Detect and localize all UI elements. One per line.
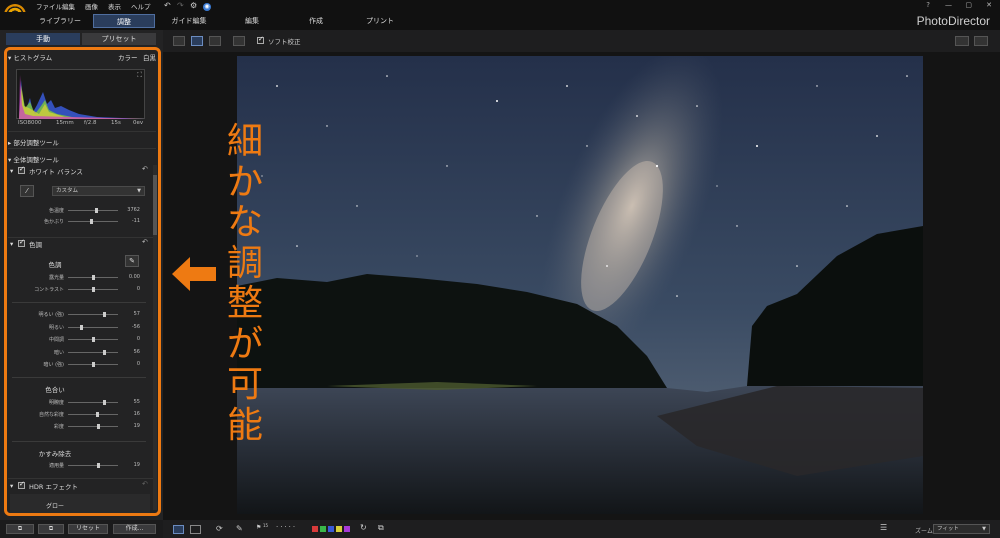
rotate-icon[interactable]: ⟳ (216, 524, 223, 533)
photo-milky-way (237, 56, 923, 514)
menu-image[interactable]: 画像 (85, 1, 98, 11)
annotation-text: 細かな調整が可能 (226, 121, 263, 446)
menu-file[interactable]: ファイル (36, 1, 62, 11)
zoom-icon[interactable] (955, 36, 969, 46)
color-label-yellow[interactable] (336, 526, 342, 532)
refresh-icon[interactable]: ↻ (360, 523, 367, 532)
view-mode-1-button[interactable] (173, 36, 185, 46)
view-mode-grid-button[interactable] (209, 36, 221, 46)
fullscreen-icon[interactable]: ⧉ (378, 523, 384, 533)
flag-icon[interactable]: ⚑ (256, 524, 261, 531)
brush-icon[interactable]: ✎ (236, 524, 243, 533)
flag-count: 15 (263, 523, 269, 528)
tab-library[interactable]: ライブラリー (30, 14, 90, 28)
dual-view-button[interactable] (190, 525, 201, 534)
redo-icon[interactable]: ↷ (177, 1, 184, 10)
create-preset-button[interactable]: 作成... (113, 524, 156, 534)
color-label-purple[interactable] (344, 526, 350, 532)
notification-icon[interactable]: ◉ (203, 3, 211, 11)
tab-presets[interactable]: プリセット (82, 33, 156, 45)
tab-edit[interactable]: 編集 (232, 14, 272, 28)
app-brand: PhotoDirector (916, 14, 990, 28)
zoom-select[interactable]: フィット ▼ (933, 524, 990, 534)
photo-scene (237, 56, 923, 514)
reset-button[interactable]: リセット (68, 524, 108, 534)
rating-stars[interactable]: ····· (276, 523, 297, 531)
menu-view[interactable]: 表示 (108, 1, 121, 11)
color-label-green[interactable] (320, 526, 326, 532)
settings-icon[interactable]: ⚙ (190, 1, 197, 10)
close-icon[interactable]: ✕ (986, 1, 992, 9)
menu-help[interactable]: ヘルプ (131, 1, 151, 11)
chevron-down-icon: ▼ (982, 526, 986, 532)
compare-view-button[interactable]: ⧉ (6, 524, 34, 534)
annotation-highlight-frame (4, 47, 161, 516)
maximize-icon[interactable]: ▢ (965, 1, 972, 9)
soft-proof-label: ソフト校正 (268, 38, 301, 46)
menu-edit[interactable]: 編集 (62, 1, 75, 11)
tab-adjust[interactable]: 調整 (93, 14, 155, 28)
undo-icon[interactable]: ↶ (164, 1, 171, 10)
tab-manual[interactable]: 手動 (6, 33, 80, 45)
window-help-icon[interactable]: ? (926, 1, 930, 9)
zoom-label: ズーム: (915, 528, 935, 535)
color-label-red[interactable] (312, 526, 318, 532)
annotation-arrow-icon (172, 257, 216, 291)
filmstrip-toggle-icon[interactable]: ☰ (880, 523, 887, 532)
minimize-icon[interactable]: — (945, 1, 952, 9)
view-mode-single-button[interactable] (191, 36, 203, 46)
tab-create[interactable]: 作成 (296, 14, 336, 28)
zoom-value: フィット (937, 526, 959, 532)
tab-print[interactable]: プリント (358, 14, 402, 28)
single-view-button[interactable] (173, 525, 184, 534)
view-mode-compare-button[interactable] (233, 36, 245, 46)
copy-settings-button[interactable]: ⧉ (38, 524, 64, 534)
soft-proof-checkbox[interactable] (257, 35, 264, 44)
tab-guided-edit[interactable]: ガイド編集 (160, 14, 218, 28)
color-label-blue[interactable] (328, 526, 334, 532)
arrow-shape (172, 257, 216, 291)
hand-icon[interactable] (974, 36, 988, 46)
